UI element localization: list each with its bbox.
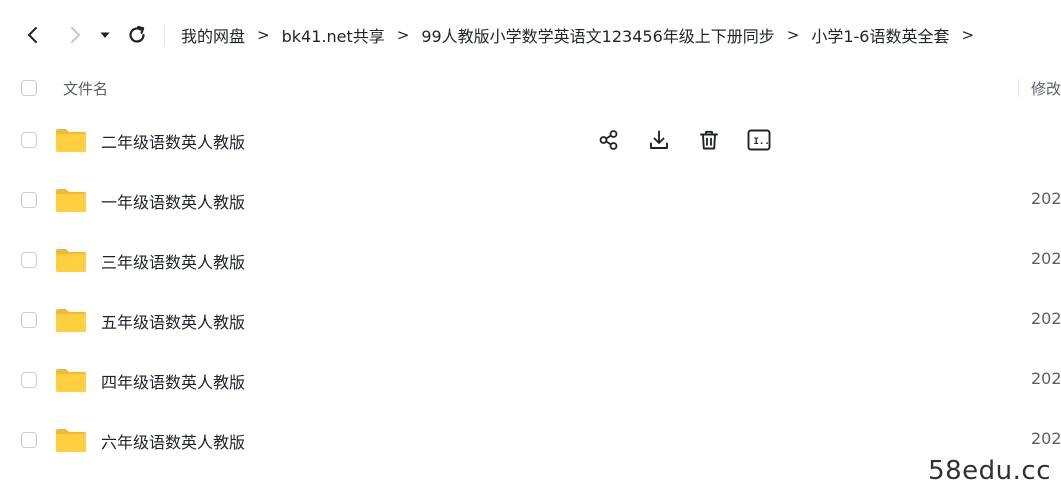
delete-icon: [700, 130, 718, 150]
row-actions: I..: [596, 127, 772, 153]
breadcrumb-item[interactable]: 我的网盘: [181, 23, 245, 47]
file-modified-date: 202: [1031, 189, 1061, 208]
caret-down-icon: [100, 32, 110, 38]
row-checkbox[interactable]: [21, 192, 37, 208]
file-row[interactable]: 二年级语数英人教版 I..: [0, 110, 1061, 170]
row-checkbox[interactable]: [21, 432, 37, 448]
nav-divider: [164, 24, 165, 46]
file-name[interactable]: 二年级语数英人教版: [101, 129, 245, 153]
folder-icon: [56, 309, 86, 332]
watermark: 58edu.cc: [928, 456, 1051, 486]
folder-icon: [56, 189, 86, 212]
back-button[interactable]: [18, 20, 48, 50]
breadcrumb-separator: >: [961, 26, 975, 44]
file-row[interactable]: 六年级语数英人教版 202: [0, 410, 1061, 470]
row-checkbox[interactable]: [21, 132, 37, 148]
download-button[interactable]: [646, 127, 672, 153]
history-dropdown-button[interactable]: [94, 20, 116, 50]
file-row[interactable]: 一年级语数英人教版 202: [0, 170, 1061, 230]
column-header-modified[interactable]: 修改: [1031, 78, 1061, 99]
file-modified-date: 202: [1031, 309, 1061, 328]
rename-icon-label: I..: [754, 137, 770, 147]
breadcrumb-item[interactable]: 小学1-6语数英全套: [811, 23, 949, 47]
breadcrumb-separator: >: [257, 26, 270, 44]
file-name[interactable]: 五年级语数英人教版: [101, 309, 245, 333]
rename-button[interactable]: I..: [746, 127, 772, 153]
file-list: 二年级语数英人教版 I.. 一年级语数英人教版 202 三年级语数英人教版 20…: [0, 110, 1061, 470]
select-all-checkbox[interactable]: [21, 80, 37, 96]
file-modified-date: 202: [1031, 429, 1061, 448]
file-modified-date: 202: [1031, 369, 1061, 388]
refresh-icon: [129, 25, 145, 43]
refresh-button[interactable]: [122, 20, 152, 50]
top-navigation-bar: 我的网盘 > bk41.net共享 > 99人教版小学数学英语文123456年级…: [0, 0, 1061, 70]
file-modified-date: 202: [1031, 249, 1061, 268]
folder-icon: [56, 249, 86, 272]
file-name[interactable]: 一年级语数英人教版: [101, 189, 245, 213]
folder-icon: [56, 429, 86, 452]
delete-button[interactable]: [696, 127, 722, 153]
download-icon: [650, 130, 668, 149]
row-checkbox[interactable]: [21, 312, 37, 328]
breadcrumb-separator: >: [396, 26, 410, 44]
column-divider: [1018, 79, 1019, 97]
file-name[interactable]: 六年级语数英人教版: [101, 429, 245, 453]
breadcrumb-separator: >: [786, 26, 800, 44]
breadcrumb-item[interactable]: 99人教版小学数学英语文123456年级上下册同步: [421, 23, 774, 47]
chevron-right-icon: [71, 27, 80, 43]
row-checkbox[interactable]: [21, 252, 37, 268]
breadcrumb-item[interactable]: bk41.net共享: [282, 23, 385, 47]
folder-icon: [56, 129, 86, 152]
rename-icon: I..: [747, 129, 771, 151]
file-list-header: 文件名 修改: [0, 70, 1061, 106]
file-name[interactable]: 三年级语数英人教版: [101, 249, 245, 273]
forward-button[interactable]: [60, 20, 90, 50]
file-row[interactable]: 五年级语数英人教版 202: [0, 290, 1061, 350]
file-name[interactable]: 四年级语数英人教版: [101, 369, 245, 393]
chevron-left-icon: [28, 27, 37, 43]
share-icon: [599, 130, 618, 150]
share-button[interactable]: [596, 127, 622, 153]
folder-icon: [56, 369, 86, 392]
row-checkbox[interactable]: [21, 372, 37, 388]
file-row[interactable]: 三年级语数英人教版 202: [0, 230, 1061, 290]
file-row[interactable]: 四年级语数英人教版 202: [0, 350, 1061, 410]
column-header-name[interactable]: 文件名: [63, 78, 108, 99]
breadcrumb: 我的网盘 > bk41.net共享 > 99人教版小学数学英语文123456年级…: [181, 23, 986, 47]
